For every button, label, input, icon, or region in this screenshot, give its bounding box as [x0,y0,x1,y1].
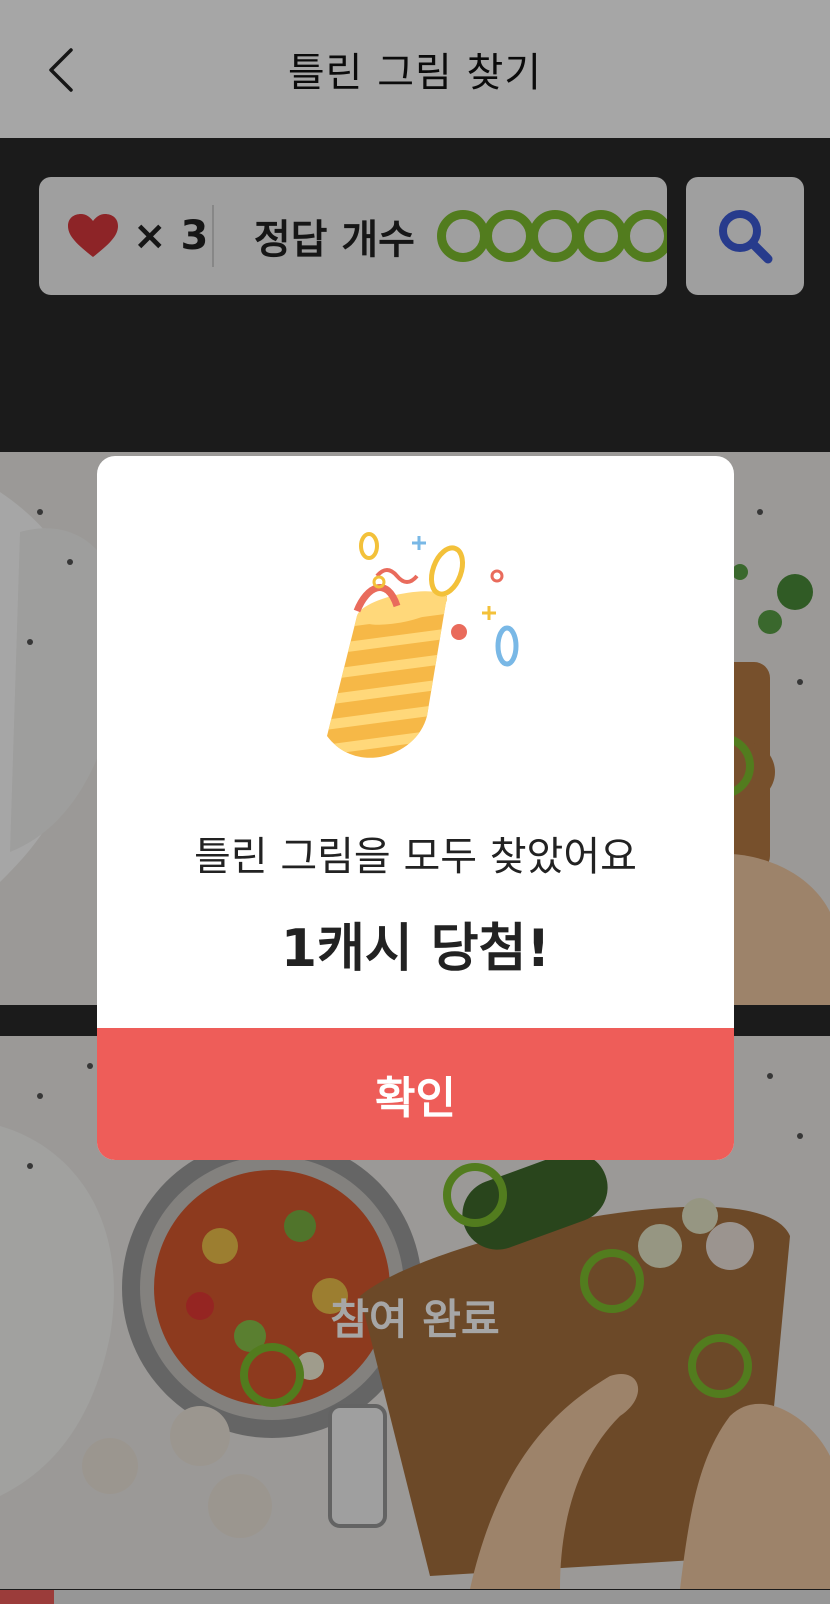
party-popper-icon [327,532,519,758]
success-modal: 틀린 그림을 모두 찾았어요 1캐시 당첨! 확인 [97,456,734,1160]
confirm-button[interactable]: 확인 [97,1028,734,1160]
modal-message: 틀린 그림을 모두 찾았어요 [194,834,637,880]
modal-reward: 1캐시 당첨! [280,919,551,979]
